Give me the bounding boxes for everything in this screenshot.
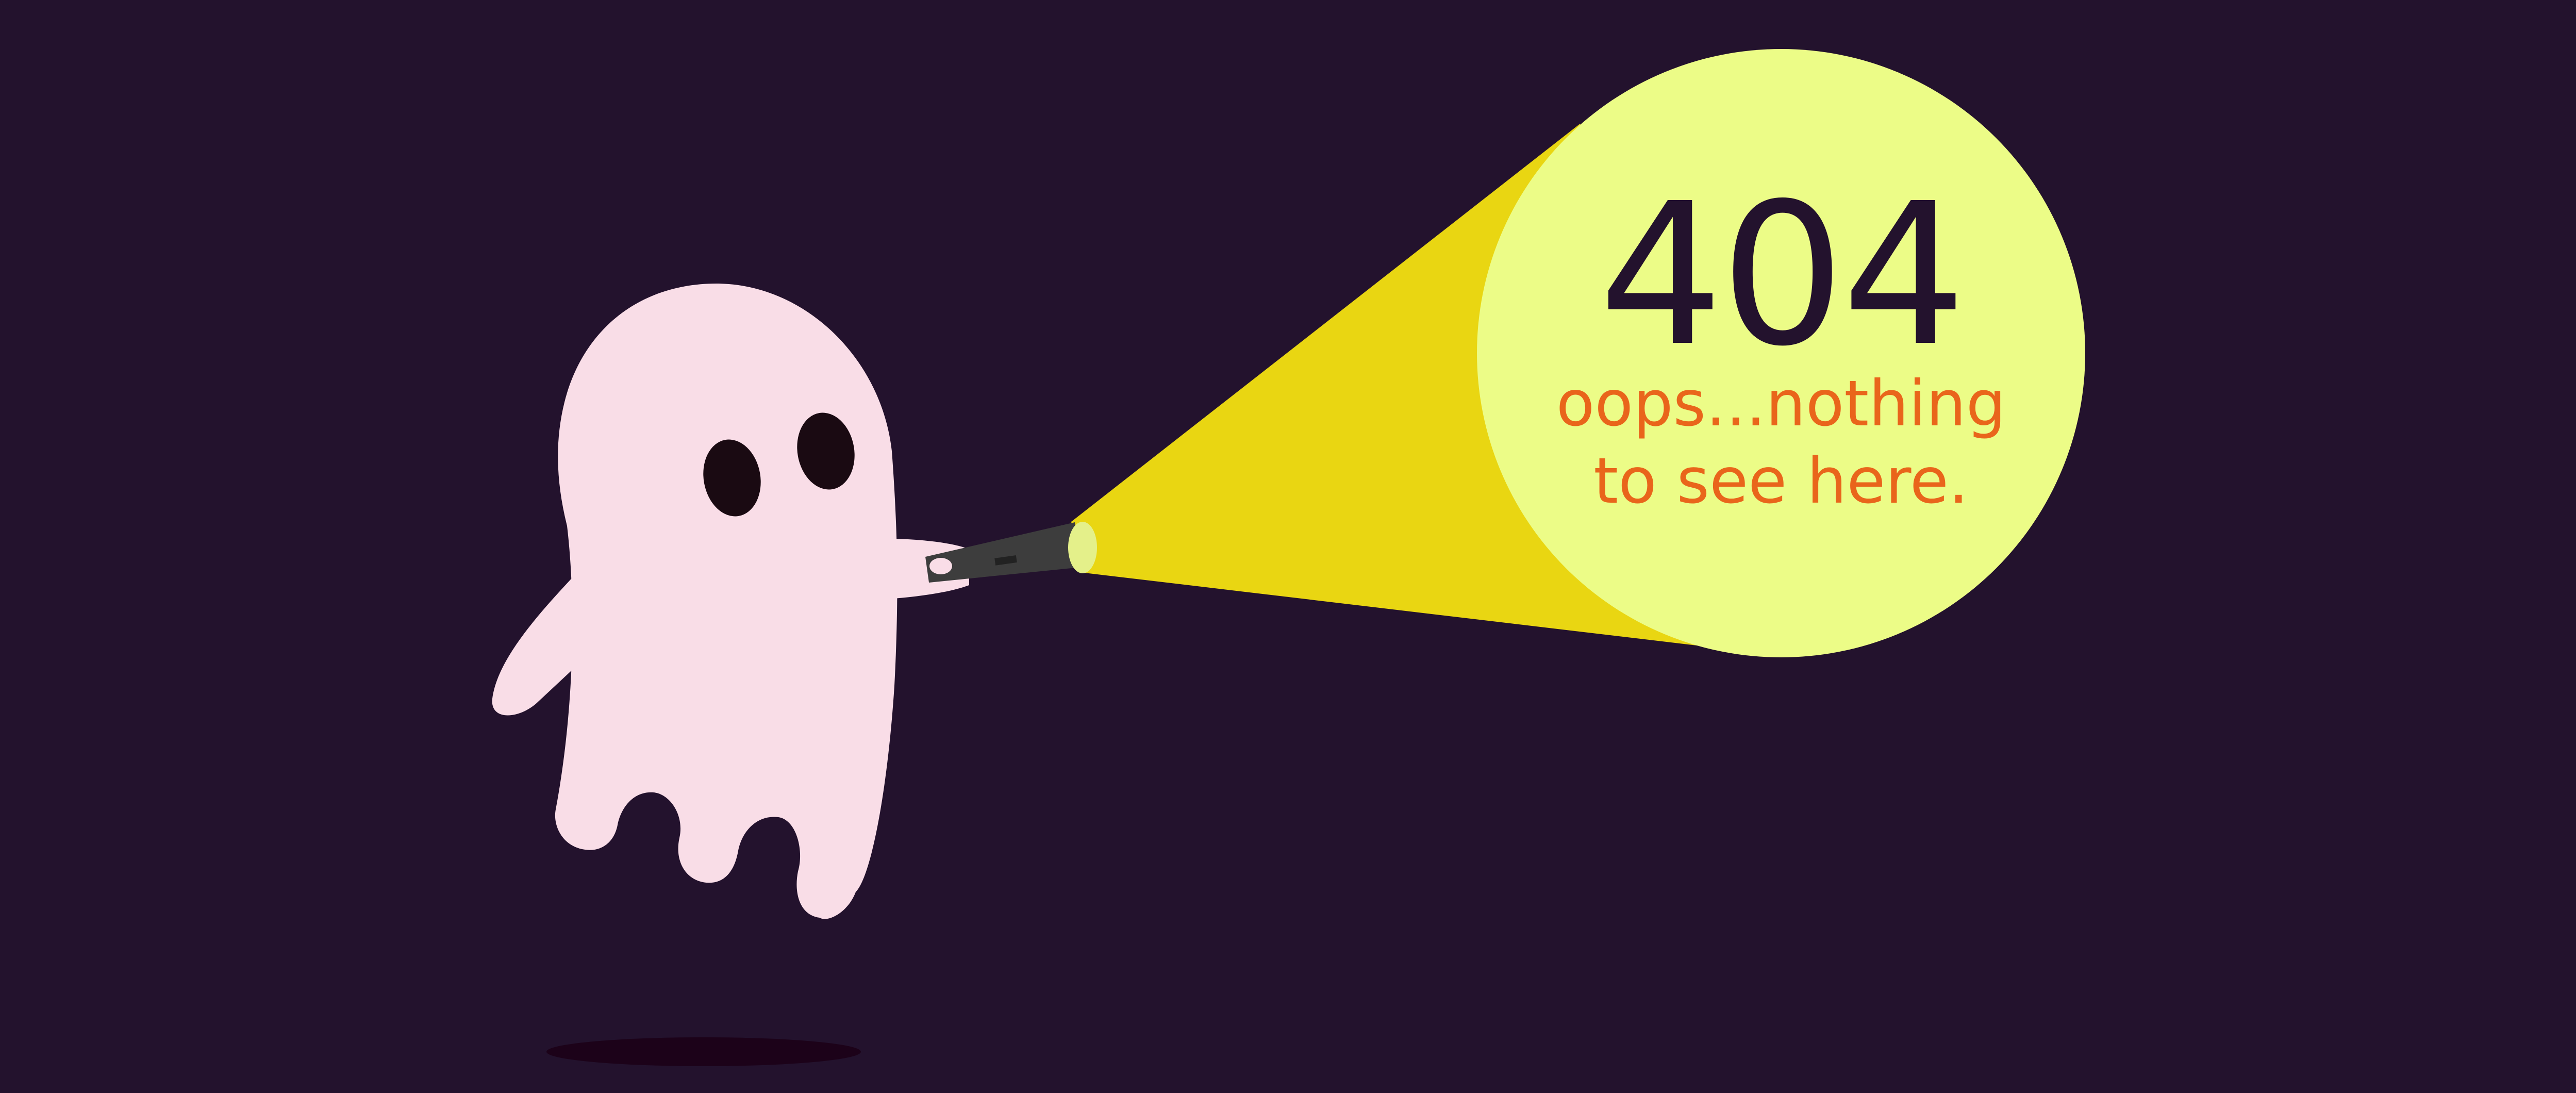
error-code: 404 bbox=[1599, 161, 1963, 389]
ghost-left-arm bbox=[492, 572, 577, 716]
flashlight-icon bbox=[925, 522, 1097, 583]
ghost-thumb bbox=[929, 558, 952, 574]
error-message-line-2: to see here. bbox=[1593, 444, 1968, 518]
not-found-illustration: 404 oops...nothing to see here. bbox=[492, 49, 2085, 1066]
ghost-icon bbox=[492, 284, 969, 919]
spotlight: 404 oops...nothing to see here. bbox=[1477, 49, 2085, 657]
ghost-body bbox=[555, 284, 898, 919]
flashlight-lens bbox=[1068, 522, 1097, 573]
flashlight-body bbox=[925, 522, 1082, 583]
error-message-line-1: oops...nothing bbox=[1556, 367, 2006, 440]
ghost-shadow bbox=[546, 1037, 861, 1066]
